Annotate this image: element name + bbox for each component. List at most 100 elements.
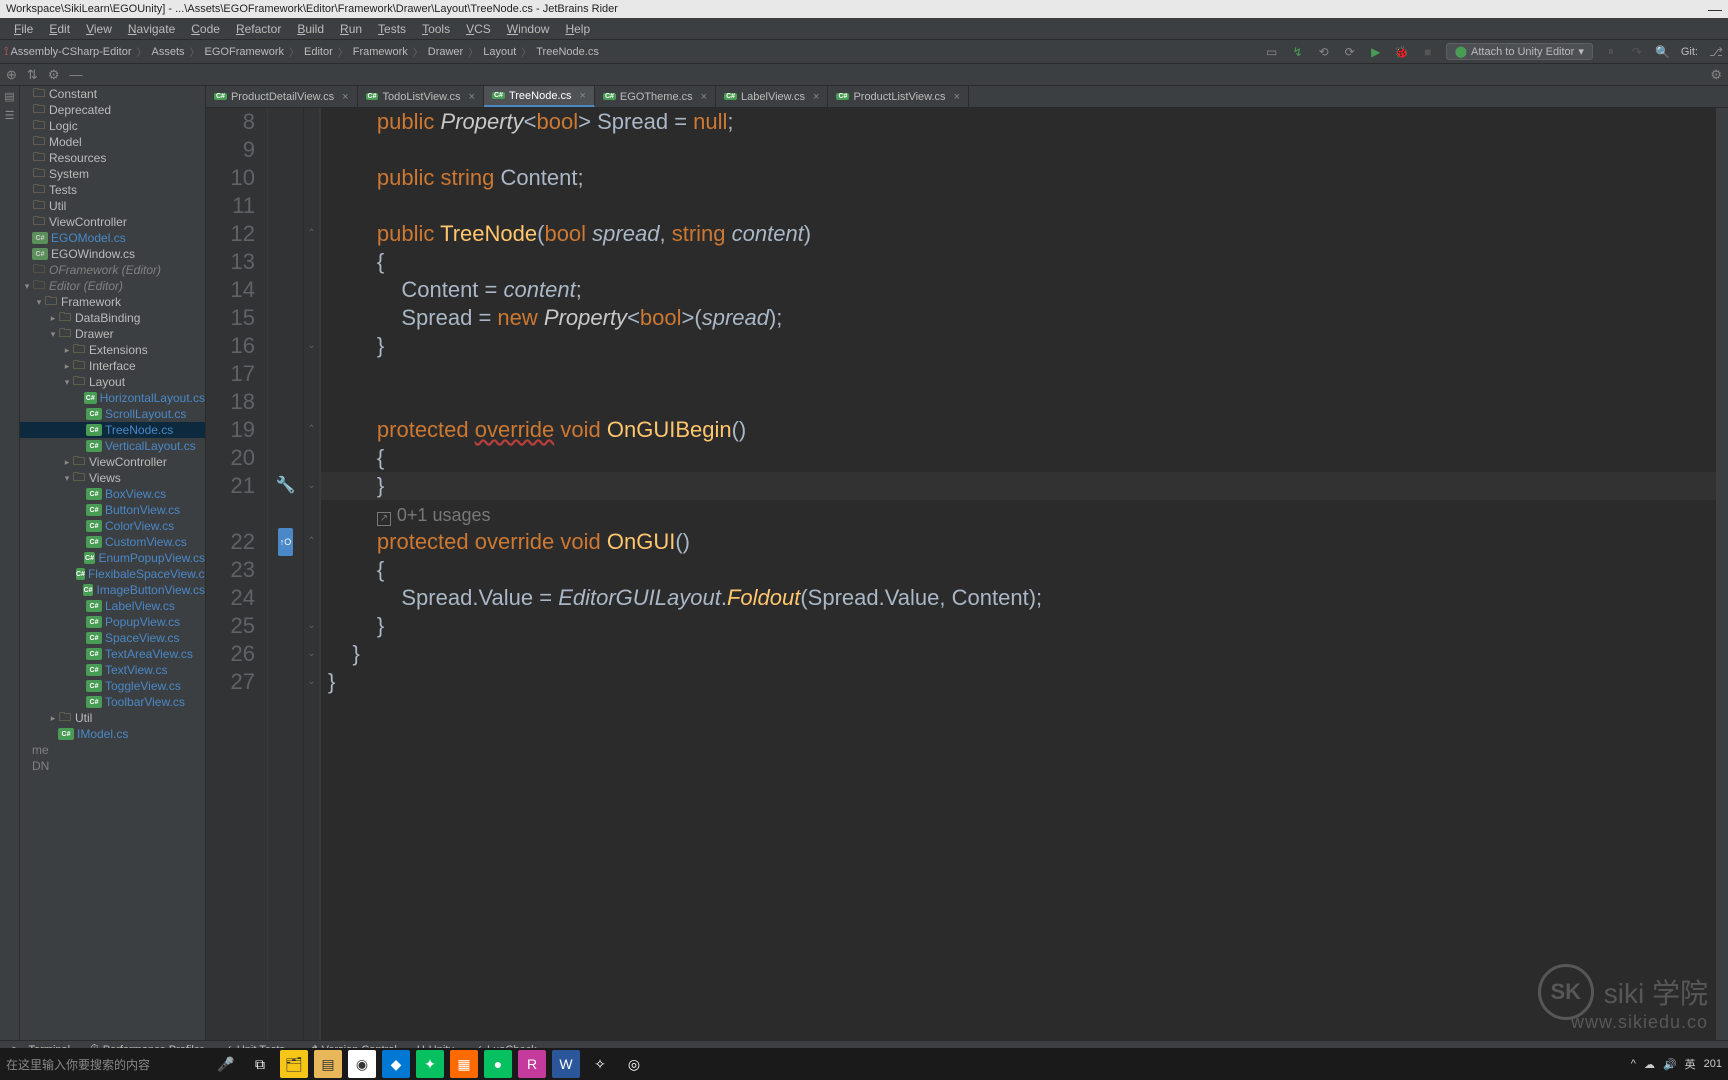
run-icon[interactable]: ▶: [1368, 44, 1384, 60]
fold-marker[interactable]: ⌄: [304, 668, 319, 696]
code-line[interactable]: [320, 388, 1716, 416]
explorer-icon[interactable]: 🗂: [280, 1050, 308, 1078]
code-line[interactable]: }: [320, 332, 1716, 360]
fold-marker[interactable]: ⌃: [304, 416, 319, 444]
tree-row[interactable]: C#PopupView.cs: [20, 614, 205, 630]
app-icon-2[interactable]: ◆: [382, 1050, 410, 1078]
tree-row[interactable]: C#TreeNode.cs: [20, 422, 205, 438]
rider-icon[interactable]: R: [518, 1050, 546, 1078]
close-icon[interactable]: ×: [342, 91, 348, 103]
tree-twisty[interactable]: ▸: [48, 313, 58, 324]
code-editor[interactable]: public Property<bool> Spread = null; pub…: [320, 108, 1716, 1040]
code-line[interactable]: protected override void OnGUIBegin(): [320, 416, 1716, 444]
code-line[interactable]: Spread.Value = EditorGUILayout.Foldout(S…: [320, 584, 1716, 612]
fold-marker[interactable]: ⌄: [304, 612, 319, 640]
gear-icon[interactable]: ⚙: [48, 67, 60, 83]
filter-icon[interactable]: ⇅: [27, 67, 38, 83]
menu-tools[interactable]: Tools: [414, 22, 458, 36]
breadcrumb-item[interactable]: Assembly-CSharp-Editor: [10, 46, 131, 58]
code-line[interactable]: }: [320, 612, 1716, 640]
tray-ime-icon[interactable]: 英: [1685, 1056, 1696, 1072]
menu-file[interactable]: File: [6, 22, 41, 36]
tree-twisty[interactable]: ▸: [62, 457, 72, 468]
gutter-mark[interactable]: [268, 360, 303, 388]
gutter-mark[interactable]: [268, 164, 303, 192]
tree-row[interactable]: 🗀Util: [20, 198, 205, 214]
fold-marker[interactable]: ⌄: [304, 640, 319, 668]
tree-row[interactable]: 🗀System: [20, 166, 205, 182]
editor-tab[interactable]: C#TreeNode.cs×: [484, 86, 595, 107]
tree-twisty[interactable]: ▸: [62, 361, 72, 372]
gutter-mark[interactable]: [268, 136, 303, 164]
breadcrumb-item[interactable]: TreeNode.cs: [536, 46, 599, 58]
hide-icon[interactable]: ⚙: [1710, 67, 1722, 83]
fold-marker[interactable]: [304, 108, 319, 136]
fold-gutter[interactable]: ⌃⌄⌃⌄⌃⌄⌄⌄: [304, 108, 320, 1040]
menu-navigate[interactable]: Navigate: [120, 22, 183, 36]
code-line[interactable]: [320, 360, 1716, 388]
gutter-mark[interactable]: [268, 584, 303, 612]
tree-row[interactable]: 🗀Constant: [20, 86, 205, 102]
gutter-mark[interactable]: [268, 304, 303, 332]
code-line[interactable]: [320, 136, 1716, 164]
close-icon[interactable]: ×: [954, 91, 960, 103]
tree-twisty[interactable]: ▾: [62, 377, 72, 388]
tree-twisty[interactable]: ▾: [34, 297, 44, 308]
tree-row[interactable]: ▾🗀Drawer: [20, 326, 205, 342]
sync-icon[interactable]: ⟳: [1342, 44, 1358, 60]
tree-row[interactable]: C#FlexibaleSpaceView.cs: [20, 566, 205, 582]
tree-row[interactable]: C#LabelView.cs: [20, 598, 205, 614]
project-tool-icon[interactable]: ▤: [4, 90, 14, 103]
code-line[interactable]: Spread = new Property<bool>(spread);: [320, 304, 1716, 332]
fold-marker[interactable]: [304, 556, 319, 584]
app-icon-3[interactable]: ▦: [450, 1050, 478, 1078]
editor-tab[interactable]: C#EGOTheme.cs×: [595, 86, 716, 107]
tree-row[interactable]: C#TextView.cs: [20, 662, 205, 678]
tree-row[interactable]: ▸🗀ViewController: [20, 454, 205, 470]
build-hammer-icon[interactable]: ↯: [1290, 44, 1306, 60]
menu-refactor[interactable]: Refactor: [228, 22, 289, 36]
editor-tab[interactable]: C#TodoListView.cs×: [358, 86, 484, 107]
menu-tests[interactable]: Tests: [370, 22, 414, 36]
fold-marker[interactable]: ⌄: [304, 472, 319, 500]
tree-row[interactable]: C#ImageButtonView.cs: [20, 582, 205, 598]
menu-build[interactable]: Build: [289, 22, 332, 36]
fold-marker[interactable]: ⌃: [304, 528, 319, 556]
breadcrumb-item[interactable]: Layout: [483, 46, 516, 58]
tree-row[interactable]: 🗀Logic: [20, 118, 205, 134]
project-tree[interactable]: 🗀Constant🗀Deprecated🗀Logic🗀Model🗀Resourc…: [20, 86, 206, 1040]
gutter-mark[interactable]: [268, 668, 303, 696]
fold-marker[interactable]: [304, 500, 319, 528]
menu-window[interactable]: Window: [499, 22, 558, 36]
tree-row[interactable]: ▸🗀Interface: [20, 358, 205, 374]
tree-row[interactable]: C#EGOModel.cs: [20, 230, 205, 246]
breadcrumb[interactable]: ⟟ Assembly-CSharp-Editor〉Assets〉EGOFrame…: [4, 44, 599, 59]
fold-marker[interactable]: [304, 248, 319, 276]
gutter-mark[interactable]: [268, 416, 303, 444]
breadcrumb-item[interactable]: EGOFramework: [205, 46, 284, 58]
tree-row[interactable]: C#ToggleView.cs: [20, 678, 205, 694]
taskbar-search[interactable]: 在这里输入你要搜索的内容: [6, 1056, 206, 1073]
debug-icon[interactable]: 🐞: [1394, 44, 1410, 60]
tree-row[interactable]: C#ToolbarView.cs: [20, 694, 205, 710]
collapse-icon[interactable]: —: [69, 67, 82, 83]
gutter-mark[interactable]: [268, 108, 303, 136]
tree-row[interactable]: C#ButtonView.cs: [20, 502, 205, 518]
fold-marker[interactable]: ⌃: [304, 220, 319, 248]
breadcrumb-item[interactable]: Editor: [304, 46, 333, 58]
tree-row[interactable]: me: [20, 742, 205, 758]
tree-row[interactable]: ▾🗀Framework: [20, 294, 205, 310]
code-line[interactable]: protected override void OnGUI(): [320, 528, 1716, 556]
fold-marker[interactable]: [304, 276, 319, 304]
fold-marker[interactable]: [304, 192, 319, 220]
git-branch-icon[interactable]: ⎇: [1708, 44, 1724, 60]
tray-volume-icon[interactable]: 🔊: [1663, 1058, 1677, 1071]
fold-marker[interactable]: [304, 584, 319, 612]
code-line[interactable]: }: [320, 640, 1716, 668]
windows-taskbar[interactable]: 在这里输入你要搜索的内容 🎤 ⧉ 🗂 ▤ ◉ ◆ ✦ ▦ ● R W ✧ ◎ ^…: [0, 1048, 1728, 1080]
code-line[interactable]: [320, 192, 1716, 220]
code-line[interactable]: Content = content;: [320, 276, 1716, 304]
tree-row[interactable]: 🗀Tests: [20, 182, 205, 198]
code-line[interactable]: {: [320, 444, 1716, 472]
tree-row[interactable]: ▾🗀Layout: [20, 374, 205, 390]
